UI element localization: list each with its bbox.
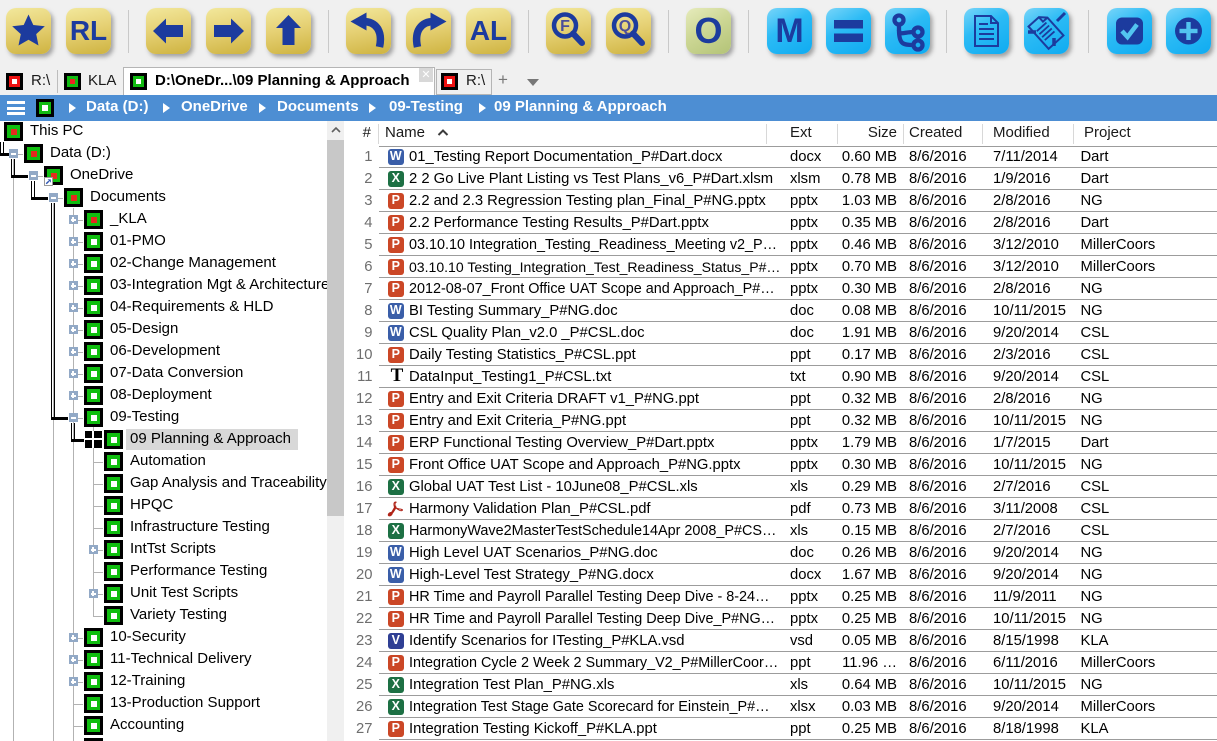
svg-text:F: F — [560, 18, 570, 35]
svg-text:Q: Q — [619, 18, 631, 35]
